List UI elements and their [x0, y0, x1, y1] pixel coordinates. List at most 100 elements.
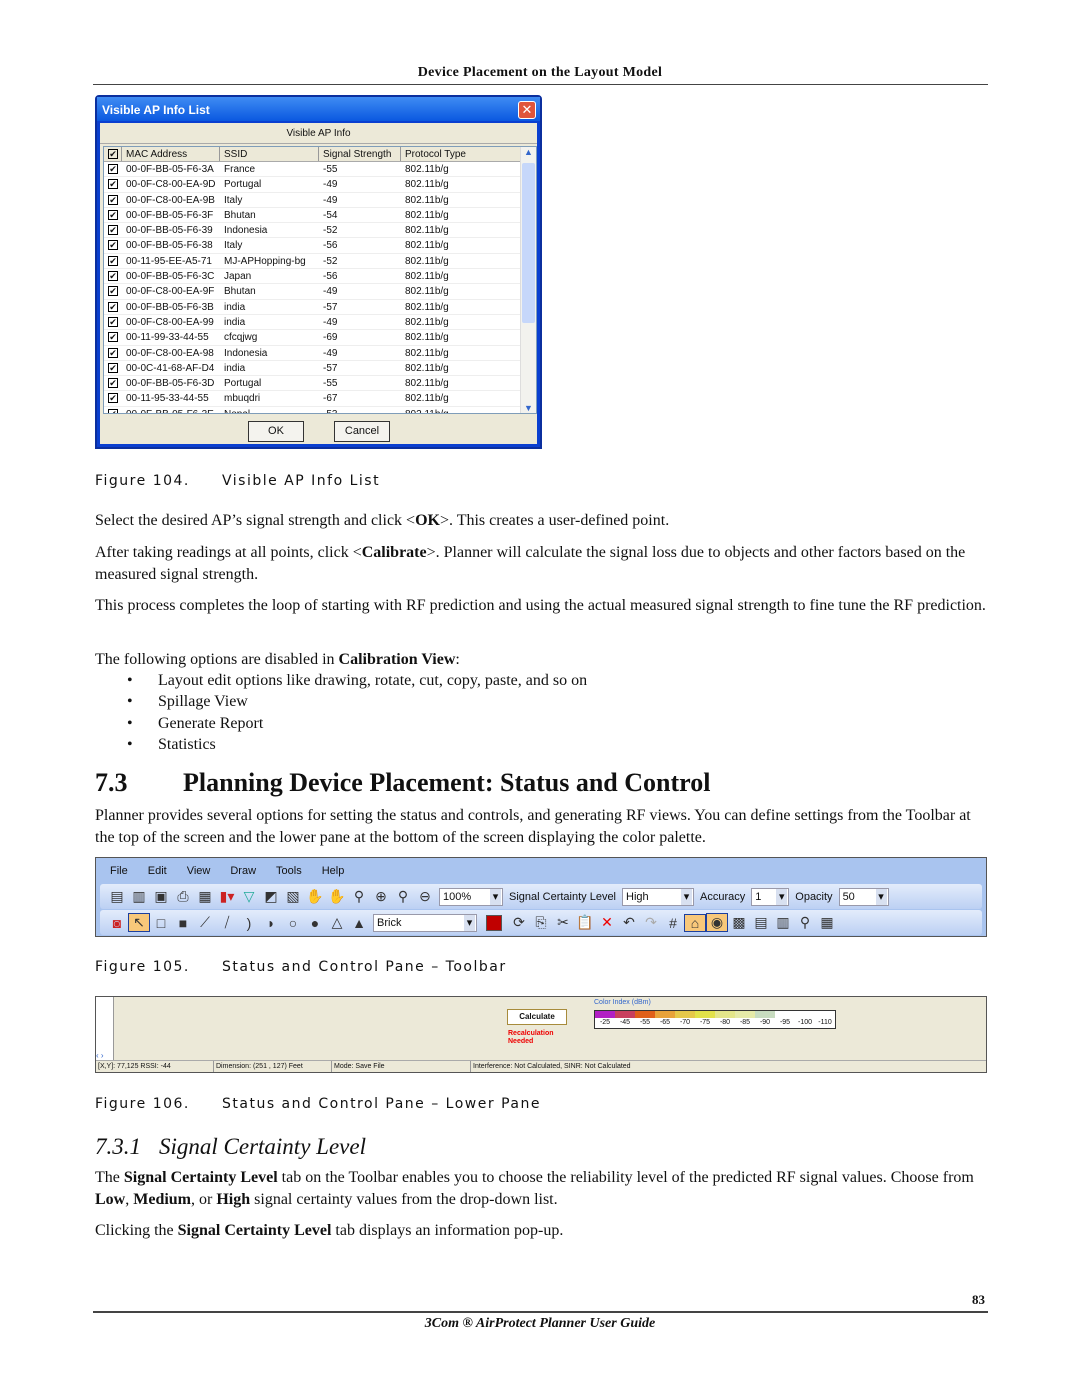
select-all-checkbox[interactable]: ✔: [108, 149, 118, 159]
line-icon[interactable]: ⟋: [194, 914, 216, 931]
accuracy-select[interactable]: 1: [751, 887, 790, 906]
print-icon[interactable]: ⎙: [172, 888, 194, 905]
device-place-icon[interactable]: ◙: [106, 915, 128, 931]
row-checkbox[interactable]: ✔: [108, 255, 118, 266]
menu-edit[interactable]: Edit: [148, 858, 167, 884]
zoom-area-icon[interactable]: ⚲: [392, 888, 414, 905]
calculator-icon[interactable]: ▦: [816, 914, 838, 931]
arc-icon[interactable]: ): [238, 915, 260, 931]
pan-hand-icon[interactable]: ✋: [304, 888, 326, 905]
col-protocol[interactable]: Protocol Type: [401, 147, 522, 161]
table-row[interactable]: ✔ 00-11-99-33-44-55 cfcqjwg -69 802.11b/g: [104, 330, 536, 346]
filled-circle-icon[interactable]: ●: [304, 915, 326, 931]
row-checkbox[interactable]: ✔: [108, 225, 118, 236]
device-list-icon[interactable]: ▧: [282, 888, 304, 905]
menu-help[interactable]: Help: [322, 858, 345, 884]
filled-rectangle-icon[interactable]: ■: [172, 915, 194, 931]
scroll-thumb[interactable]: [522, 163, 535, 323]
cancel-button[interactable]: Cancel: [334, 421, 390, 442]
col-signal[interactable]: Signal Strength: [319, 147, 401, 161]
table-row[interactable]: ✔ 00-0F-BB-05-F6-3F Bhutan -54 802.11b/g: [104, 208, 536, 224]
open-layers-icon[interactable]: ▤: [106, 888, 128, 905]
table-row[interactable]: ✔ 00-0F-BB-05-F6-39 Indonesia -52 802.11b/g: [104, 223, 536, 239]
material-color-swatch[interactable]: [486, 914, 502, 931]
table-row[interactable]: ✔ 00-0F-C8-00-EA-98 Indonesia -49 802.11b/g: [104, 346, 536, 361]
legend-icon[interactable]: ▥: [772, 914, 794, 931]
rotate-icon[interactable]: ⟳: [508, 914, 530, 931]
save-icon[interactable]: ▣: [150, 888, 172, 905]
row-checkbox[interactable]: ✔: [108, 194, 118, 205]
zoom-select[interactable]: 100%: [439, 887, 503, 906]
table-row[interactable]: ✔ 00-11-95-EE-A5-71 MJ-APHopping-bg -52 802.…: [104, 254, 536, 270]
coverage-icon[interactable]: ▩: [728, 914, 750, 931]
table-row[interactable]: ✔ 00-0F-BB-05-F6-3A France -55 802.11b/g: [104, 162, 536, 178]
row-checkbox[interactable]: ✔: [108, 378, 118, 389]
calculate-button[interactable]: Calculate: [507, 1009, 567, 1025]
rf-view-icon[interactable]: ◉: [706, 913, 728, 932]
undo-icon[interactable]: ↶: [618, 914, 640, 931]
redo-icon[interactable]: ↷: [640, 914, 662, 931]
circle-icon[interactable]: ○: [282, 915, 304, 931]
thick-line-icon[interactable]: ⧸: [216, 914, 238, 931]
table-row[interactable]: ✔ 00-0F-C8-00-EA-99 india -49 802.11b/g: [104, 315, 536, 331]
cut-icon[interactable]: ✂: [552, 914, 574, 931]
scroll-panel[interactable]: ‹ ›: [96, 997, 114, 1060]
table-row[interactable]: ✔ 00-0C-41-68-AF-D4 india -57 802.11b/g: [104, 361, 536, 377]
inspect-icon[interactable]: ⚲: [794, 914, 816, 931]
table-row[interactable]: ✔ 00-0F-BB-05-F6-3B india -57 802.11b/g: [104, 300, 536, 315]
pointer-icon[interactable]: ↖: [128, 913, 150, 932]
row-checkbox[interactable]: ✔: [108, 332, 118, 343]
row-checkbox[interactable]: ✔: [108, 301, 118, 312]
hand-reset-icon[interactable]: ✋: [326, 888, 348, 905]
open-folder-icon[interactable]: ▥: [128, 888, 150, 905]
row-checkbox[interactable]: ✔: [108, 347, 118, 358]
polygon-icon[interactable]: △: [326, 914, 348, 931]
table-row[interactable]: ✔ 00-0F-C8-00-EA-9D Portugal -49 802.11b/g: [104, 177, 536, 193]
zoom-in-icon[interactable]: ⊕: [370, 888, 392, 905]
table-row[interactable]: ✔ 00-0F-BB-05-F6-3D Portugal -55 802.11b/g: [104, 376, 536, 392]
zoom-icon[interactable]: ⚲: [348, 888, 370, 905]
filter-icon[interactable]: ▽: [238, 888, 260, 905]
filled-arc-icon[interactable]: ◗: [260, 915, 282, 931]
col-mac[interactable]: MAC Address: [122, 147, 220, 161]
close-icon[interactable]: ✕: [518, 101, 536, 119]
table-row[interactable]: ✔ 00-0F-C8-00-EA-9F Bhutan -49 802.11b/g: [104, 284, 536, 300]
table-row[interactable]: ✔ 00-0F-BB-05-F6-3ENepal-53802.11b/g: [104, 407, 536, 413]
opacity-select[interactable]: 50: [838, 887, 889, 906]
row-checkbox[interactable]: ✔: [108, 209, 118, 220]
table-row[interactable]: ✔ 00-0F-C8-00-EA-9B Italy -49 802.11b/g: [104, 193, 536, 208]
menu-view[interactable]: View: [187, 858, 211, 884]
filled-polygon-icon[interactable]: ▲: [348, 915, 370, 931]
material-select[interactable]: Brick: [373, 913, 477, 932]
rectangle-icon[interactable]: □: [150, 915, 172, 931]
row-checkbox[interactable]: ✔: [108, 271, 118, 282]
table-row[interactable]: ✔ 00-11-95-33-44-55 mbuqdri -67 802.11b/g: [104, 391, 536, 407]
report-icon[interactable]: ▦: [194, 888, 216, 905]
row-checkbox[interactable]: ✔: [108, 316, 118, 327]
menu-draw[interactable]: Draw: [230, 858, 256, 884]
row-checkbox[interactable]: ✔: [108, 164, 118, 174]
row-checkbox[interactable]: ✔: [108, 393, 118, 404]
paste-icon[interactable]: 📋: [574, 914, 596, 931]
table-row[interactable]: ✔ 00-0F-BB-05-F6-38 Italy -56 802.11b/g: [104, 238, 536, 254]
ok-button[interactable]: OK: [248, 421, 304, 442]
signal-certainty-select[interactable]: High: [622, 887, 695, 906]
row-checkbox[interactable]: ✔: [108, 240, 118, 251]
row-checkbox[interactable]: ✔: [108, 286, 118, 297]
copy-icon[interactable]: ⎘: [530, 914, 552, 931]
settings-icon[interactable]: ▤: [750, 914, 772, 931]
table-row[interactable]: ✔ 00-0F-BB-05-F6-3C Japan -56 802.11b/g: [104, 269, 536, 285]
bar-chart-icon[interactable]: ▮▾: [216, 888, 238, 905]
row-checkbox[interactable]: ✔: [108, 408, 118, 413]
scrollbar[interactable]: ▲ ▼: [520, 147, 536, 413]
col-ssid[interactable]: SSID: [220, 147, 319, 161]
menu-file[interactable]: File: [110, 858, 128, 884]
heatmap-pointer-icon[interactable]: ◩: [260, 888, 282, 905]
calibrate-icon[interactable]: ⌂: [684, 913, 706, 932]
grid-icon[interactable]: #: [662, 915, 684, 931]
row-checkbox[interactable]: ✔: [108, 179, 118, 190]
delete-icon[interactable]: ✕: [596, 914, 618, 931]
zoom-out-icon[interactable]: ⊖: [414, 888, 436, 905]
row-checkbox[interactable]: ✔: [108, 362, 118, 373]
menu-tools[interactable]: Tools: [276, 858, 302, 884]
